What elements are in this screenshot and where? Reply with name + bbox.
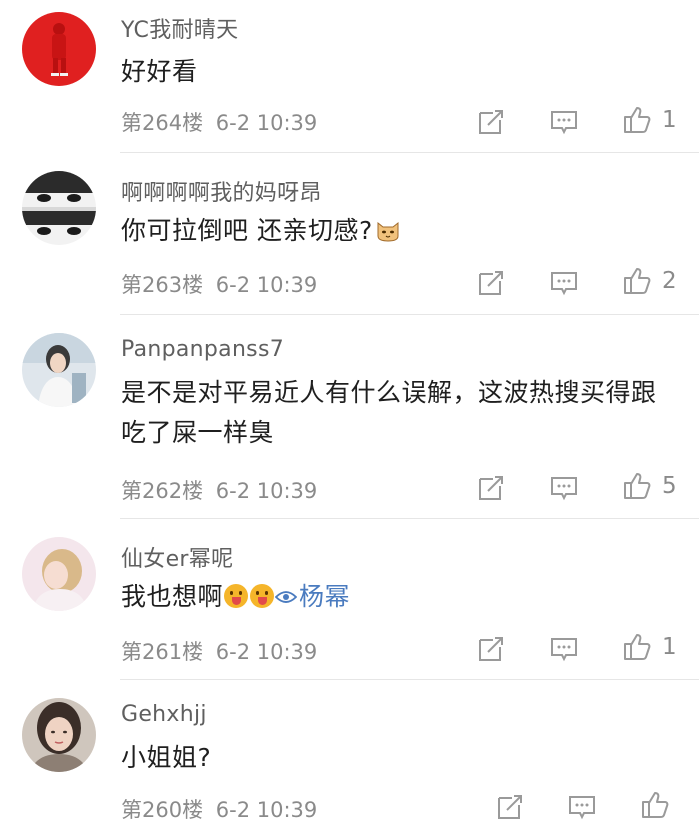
tongue-face-emoji [224,584,249,608]
comment-item: Panpanpanss7 是不是对平易近人有什么误解，这波热搜买得跟吃了屎一样臭… [0,315,699,518]
share-edit-icon[interactable] [476,634,506,664]
floor-number: 第262楼 [121,479,204,503]
comment-text-body: 你可拉倒吧 还亲切感? [121,216,373,245]
share-edit-icon[interactable] [476,107,506,137]
thumbs-up-icon[interactable] [622,266,652,296]
comment-meta: 第263楼 6-2 10:39 [121,269,317,299]
thumbs-up-icon[interactable] [622,632,652,662]
comment-item: 仙女er幂呢 我也想啊 杨幂 第261楼 6-2 10:39 1 [0,519,699,679]
share-edit-icon[interactable] [476,268,506,298]
timestamp: 6-2 10:39 [215,798,318,822]
comment-bubble-icon[interactable] [549,268,579,298]
avatar[interactable] [22,171,96,245]
tongue-face-emoji [250,584,275,608]
comment-meta: 第261楼 6-2 10:39 [121,636,317,666]
floor-number: 第263楼 [121,273,204,297]
username[interactable]: Panpanpanss7 [121,337,284,362]
cat-face-emoji [377,221,399,242]
thumbs-up-icon[interactable] [640,790,670,820]
avatar[interactable] [22,333,96,407]
comment-text: 我也想啊 杨幂 [121,577,681,617]
comment-text-body: 我也想啊 [121,582,224,611]
comment-text: 好好看 [121,57,198,86]
timestamp: 6-2 10:39 [215,111,318,135]
mention-link[interactable]: 杨幂 [299,582,350,611]
share-edit-icon[interactable] [476,473,506,503]
timestamp: 6-2 10:39 [215,640,318,664]
comment-bubble-icon[interactable] [549,107,579,137]
comment-bubble-icon[interactable] [567,792,597,822]
share-edit-icon[interactable] [495,792,525,822]
floor-number: 第261楼 [121,640,204,664]
floor-number: 第260楼 [121,798,204,822]
comment-item: Gehxhjj 小姐姐? 第260楼 6-2 10:39 [0,680,699,838]
username[interactable]: Gehxhjj [121,702,207,727]
thumbs-up-icon[interactable] [622,105,652,135]
eye-link-icon [275,591,298,603]
comment-bubble-icon[interactable] [549,473,579,503]
comment-bubble-icon[interactable] [549,634,579,664]
comment-item: 啊啊啊啊我的妈呀昂 你可拉倒吧 还亲切感? 第263楼 6-2 10:39 2 [0,153,699,314]
avatar[interactable] [22,537,96,611]
timestamp: 6-2 10:39 [215,273,318,297]
comment-text: 是不是对平易近人有什么误解，这波热搜买得跟吃了屎一样臭 [121,378,657,447]
like-count: 5 [662,473,677,499]
comment-meta: 第264楼 6-2 10:39 [121,107,317,137]
username[interactable]: 啊啊啊啊我的妈呀昂 [121,175,322,207]
thumbs-up-icon[interactable] [622,471,652,501]
floor-number: 第264楼 [121,111,204,135]
like-count: 1 [662,107,677,133]
timestamp: 6-2 10:39 [215,479,318,503]
avatar[interactable] [22,698,96,772]
avatar[interactable] [22,12,96,86]
username[interactable]: 仙女er幂呢 [121,541,233,573]
username[interactable]: YC我耐晴天 [121,12,238,44]
comment-text: 小姐姐? [121,743,212,772]
comment-item: YC我耐晴天 好好看 第264楼 6-2 10:39 1 [0,0,699,152]
like-count: 1 [662,634,677,660]
comment-meta: 第262楼 6-2 10:39 [121,475,317,505]
comment-text: 你可拉倒吧 还亲切感? [121,211,681,251]
like-count: 2 [662,268,677,294]
comment-meta: 第260楼 6-2 10:39 [121,794,317,824]
